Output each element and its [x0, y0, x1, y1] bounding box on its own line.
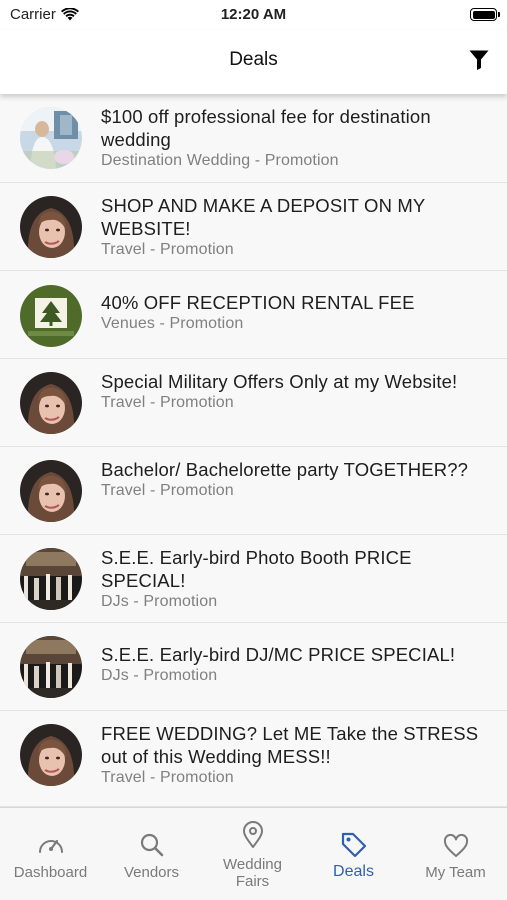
tab-label: Wedding Fairs — [223, 856, 282, 890]
dj-event-avatar — [20, 636, 82, 698]
deal-title: FREE WEDDING? Let ME Take the STRESS out… — [101, 723, 479, 767]
deal-category: Venues - Promotion — [101, 315, 244, 332]
deal-row[interactable]: 40% OFF RECEPTION RENTAL FEE Venues - Pr… — [0, 271, 507, 359]
search-icon — [140, 833, 163, 857]
deals-list[interactable]: $100 off professional fee for destinatio… — [0, 94, 507, 807]
deal-title: S.E.E. Early-bird Photo Booth PRICE SPEC… — [101, 547, 412, 591]
app-screen: Carrier 12:20 AM Deals $100 off professi… — [0, 0, 507, 900]
deal-category: Travel - Promotion — [101, 394, 234, 411]
deal-category: DJs - Promotion — [101, 593, 218, 610]
deal-row[interactable]: $100 off professional fee for destinatio… — [0, 94, 507, 183]
deal-category: Destination Wedding - Promotion — [101, 152, 339, 169]
destination-wedding-avatar — [20, 107, 82, 169]
deal-title: Special Military Offers Only at my Websi… — [101, 371, 458, 392]
deal-row[interactable]: FREE WEDDING? Let ME Take the STRESS out… — [0, 711, 507, 807]
travel-agent-avatar — [20, 460, 82, 522]
clock: 12:20 AM — [220, 6, 287, 23]
deal-row[interactable]: Special Military Offers Only at my Websi… — [0, 359, 507, 447]
deal-title: Bachelor/ Bachelorette party TOGETHER?? — [101, 459, 469, 480]
tab-label: Dashboard — [13, 864, 88, 881]
venue-logo-avatar — [20, 285, 82, 347]
filter-icon — [469, 50, 489, 70]
tab-vendors[interactable]: Vendors — [101, 808, 202, 900]
page-title: Deals — [229, 49, 278, 70]
deal-category: Travel - Promotion — [101, 769, 234, 786]
tab-label: Vendors — [123, 864, 180, 881]
tab-bar: Dashboard Vendors Wedding Fairs Deals My… — [0, 807, 507, 900]
travel-agent-avatar — [20, 724, 82, 786]
tab-wedding-fairs[interactable]: Wedding Fairs — [202, 808, 303, 900]
deal-title: SHOP AND MAKE A DEPOSIT ON MY WEBSITE! — [101, 195, 426, 239]
status-bar: Carrier 12:20 AM — [0, 0, 507, 30]
deal-category: Travel - Promotion — [101, 241, 234, 258]
battery-icon — [470, 8, 500, 21]
travel-agent-avatar — [20, 372, 82, 434]
location-pin-icon — [242, 821, 263, 848]
deal-row[interactable]: SHOP AND MAKE A DEPOSIT ON MY WEBSITE! T… — [0, 183, 507, 271]
speedometer-icon — [38, 839, 63, 853]
dj-event-avatar — [20, 548, 82, 610]
deal-row[interactable]: Bachelor/ Bachelorette party TOGETHER?? … — [0, 447, 507, 535]
heart-icon — [443, 834, 468, 857]
tab-my-team[interactable]: My Team — [405, 808, 506, 900]
deal-title: S.E.E. Early-bird DJ/MC PRICE SPECIAL! — [101, 644, 456, 665]
deal-title: $100 off professional fee for destinatio… — [101, 106, 431, 150]
tab-deals[interactable]: Deals — [303, 808, 404, 900]
filter-button[interactable] — [467, 48, 491, 72]
deal-category: Travel - Promotion — [101, 482, 234, 499]
deal-row[interactable]: S.E.E. Early-bird Photo Booth PRICE SPEC… — [0, 535, 507, 623]
tab-label: My Team — [425, 864, 486, 881]
travel-agent-avatar — [20, 196, 82, 258]
tab-dashboard[interactable]: Dashboard — [0, 808, 101, 900]
tab-label: Deals — [333, 863, 374, 880]
deal-category: DJs - Promotion — [101, 667, 218, 684]
tag-icon — [341, 832, 366, 858]
navigation-bar: Deals — [0, 30, 507, 94]
deal-title: 40% OFF RECEPTION RENTAL FEE — [101, 292, 415, 313]
deal-row[interactable]: S.E.E. Early-bird DJ/MC PRICE SPECIAL! D… — [0, 623, 507, 711]
